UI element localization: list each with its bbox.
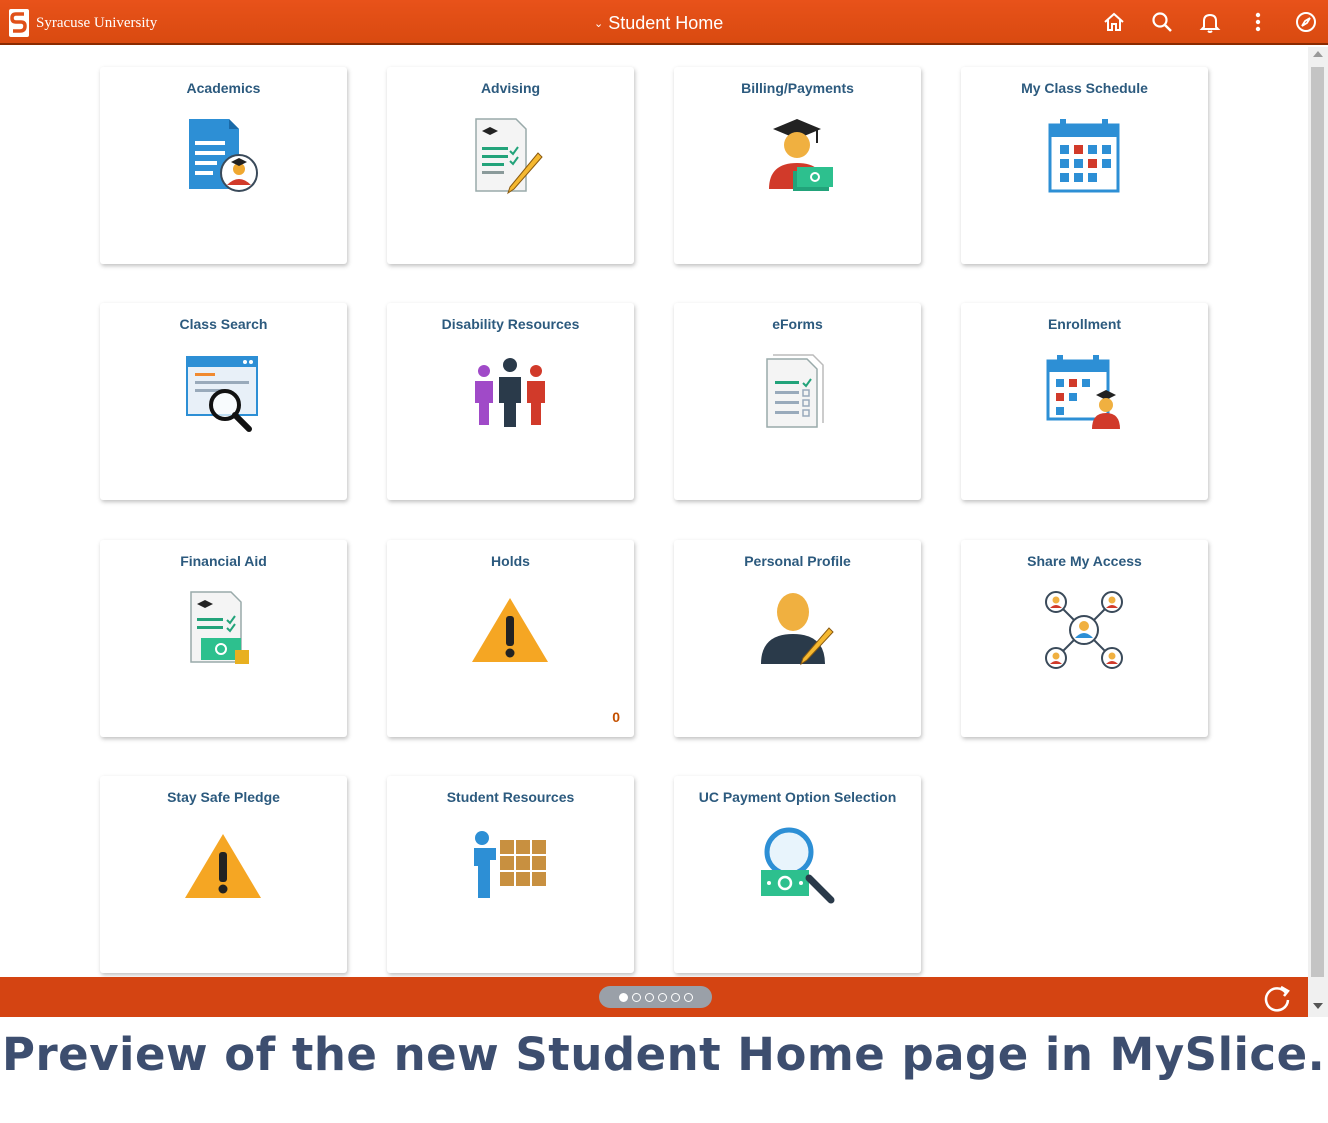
tile-title: Student Resources — [446, 789, 575, 805]
search-icon[interactable] — [1148, 8, 1176, 36]
warning-icon — [472, 598, 548, 662]
tile-grid: Academics Advising Billing/Payments My C… — [0, 47, 1308, 977]
calendar-student-icon — [1046, 355, 1120, 429]
tile-title: Academics — [186, 80, 261, 96]
person-pencil-icon — [761, 593, 834, 666]
scroll-down-arrow-icon[interactable] — [1313, 1003, 1323, 1009]
tile-title: My Class Schedule — [1021, 80, 1148, 96]
chevron-down-icon: ⌄ — [594, 18, 604, 30]
more-vertical-icon[interactable] — [1244, 8, 1272, 36]
tile-title: Advising — [480, 80, 541, 96]
tile-title: Holds — [491, 553, 530, 569]
graduate-money-icon — [769, 119, 833, 191]
university-logo[interactable]: Syracuse University — [8, 8, 157, 38]
document-money-icon — [190, 591, 249, 664]
network-people-icon — [1045, 591, 1123, 669]
home-icon[interactable] — [1100, 8, 1128, 36]
page-dot[interactable] — [631, 992, 641, 1002]
page-indicator[interactable] — [599, 986, 712, 1008]
tile-title: Enrollment — [1047, 316, 1122, 332]
tile-disability-resources[interactable]: Disability Resources — [387, 303, 634, 500]
page-dot[interactable] — [670, 992, 680, 1002]
image-caption: Preview of the new Student Home page in … — [2, 1028, 1326, 1081]
holds-count-badge: 0 — [612, 709, 620, 725]
tile-title: UC Payment Option Selection — [698, 789, 897, 805]
scrollbar-thumb[interactable] — [1311, 67, 1324, 977]
tile-title: Class Search — [179, 316, 268, 332]
tile-title: Personal Profile — [744, 553, 851, 569]
page-dot[interactable] — [683, 992, 693, 1002]
page-dot[interactable] — [644, 992, 654, 1002]
tile-financial-aid[interactable]: Financial Aid — [100, 540, 347, 737]
vertical-scrollbar[interactable] — [1308, 47, 1328, 1017]
tile-title: Disability Resources — [441, 316, 580, 332]
top-navigation-bar: Syracuse University ⌄ Student Home — [0, 0, 1328, 45]
tile-advising[interactable]: Advising — [387, 67, 634, 264]
tile-enrollment[interactable]: Enrollment — [961, 303, 1208, 500]
refresh-icon[interactable] — [1262, 983, 1292, 1013]
tile-academics[interactable]: Academics — [100, 67, 347, 264]
tile-eforms[interactable]: eForms — [674, 303, 921, 500]
warning-icon — [185, 834, 261, 898]
people-group-icon — [475, 358, 545, 427]
document-pencil-icon — [475, 118, 543, 195]
tile-stay-safe-pledge[interactable]: Stay Safe Pledge — [100, 776, 347, 973]
tile-share-my-access[interactable]: Share My Access — [961, 540, 1208, 737]
tile-personal-profile[interactable]: Personal Profile — [674, 540, 921, 737]
compass-icon[interactable] — [1292, 8, 1320, 36]
calendar-icon — [1048, 119, 1120, 193]
tile-holds[interactable]: Holds 0 — [387, 540, 634, 737]
scroll-up-arrow-icon[interactable] — [1313, 51, 1323, 57]
tile-title: Stay Safe Pledge — [167, 789, 280, 805]
page-dot[interactable] — [657, 992, 667, 1002]
tile-my-class-schedule[interactable]: My Class Schedule — [961, 67, 1208, 264]
page-title-dropdown[interactable]: ⌄ Student Home — [594, 13, 723, 34]
university-name: Syracuse University — [36, 14, 158, 31]
page-title: Student Home — [608, 13, 724, 33]
tile-title: eForms — [772, 316, 823, 332]
header-actions — [1080, 8, 1320, 36]
tile-uc-payment-option-selection[interactable]: UC Payment Option Selection — [674, 776, 921, 973]
page-dot[interactable] — [618, 992, 628, 1002]
tile-student-resources[interactable]: Student Resources — [387, 776, 634, 973]
person-blocks-icon — [474, 831, 546, 898]
document-student-icon — [189, 119, 258, 192]
tile-title: Billing/Payments — [741, 80, 854, 96]
tile-title: Financial Aid — [180, 553, 267, 569]
magnifier-money-icon — [761, 827, 835, 904]
tile-title: Share My Access — [1027, 553, 1142, 569]
footer-bar — [0, 977, 1308, 1017]
forms-checklist-icon — [766, 354, 824, 428]
bell-icon[interactable] — [1196, 8, 1224, 36]
tile-billing-payments[interactable]: Billing/Payments — [674, 67, 921, 264]
syracuse-s-logo-icon — [9, 9, 29, 37]
window-magnifier-icon — [186, 356, 258, 432]
tile-class-search[interactable]: Class Search — [100, 303, 347, 500]
